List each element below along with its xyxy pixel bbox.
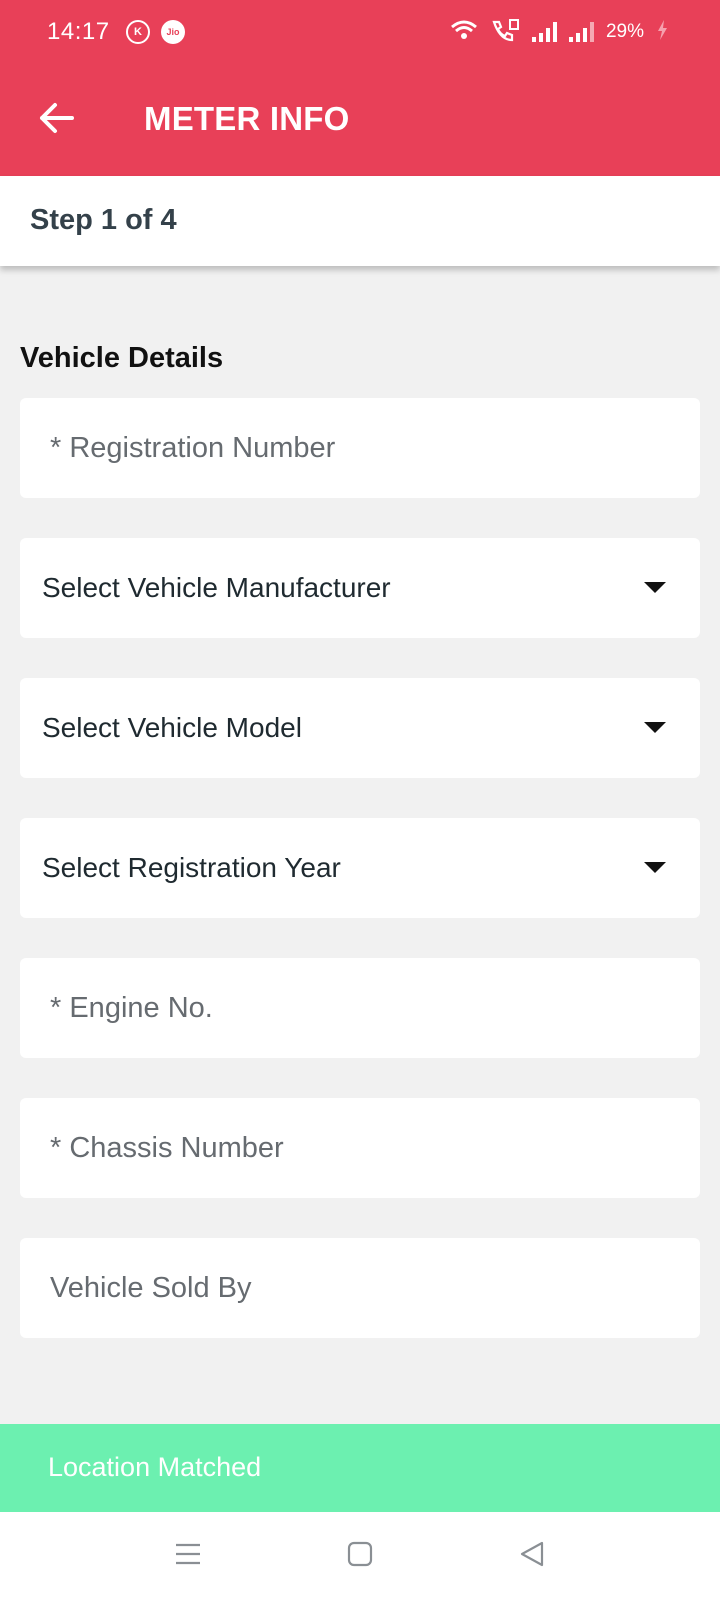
system-nav-bar xyxy=(0,1512,720,1600)
page-title: METER INFO xyxy=(144,100,350,137)
carrier-k-icon: K xyxy=(126,20,150,44)
vehicle-manufacturer-select[interactable]: Select Vehicle Manufacturer xyxy=(20,538,700,638)
status-bar: 14:17 K Jio 29% xyxy=(0,0,720,64)
charging-icon xyxy=(656,19,668,46)
back-triangle-icon xyxy=(519,1540,545,1573)
engine-number-input[interactable] xyxy=(20,958,700,1058)
wifi-icon xyxy=(450,19,478,46)
home-square-icon xyxy=(347,1541,373,1572)
carrier-jio-icon: Jio xyxy=(161,20,185,44)
app-top-bar: 14:17 K Jio 29% METER INFO xyxy=(0,0,720,176)
status-icons: 29% xyxy=(450,18,668,46)
status-time: 14:17 xyxy=(47,18,110,45)
app-header: METER INFO xyxy=(0,80,720,160)
section-title-vehicle-details: Vehicle Details xyxy=(20,342,224,374)
engine-number-field[interactable] xyxy=(20,958,700,1058)
registration-year-select[interactable]: Select Registration Year xyxy=(20,818,700,918)
recent-apps-button[interactable] xyxy=(168,1536,208,1576)
chassis-number-field[interactable] xyxy=(20,1098,700,1198)
back-nav-button[interactable] xyxy=(512,1536,552,1576)
step-indicator: Step 1 of 4 xyxy=(0,176,720,266)
dropdown-caret-icon xyxy=(644,582,666,593)
location-status-text: Location Matched xyxy=(48,1452,262,1482)
vehicle-manufacturer-label: Select Vehicle Manufacturer xyxy=(42,572,391,603)
registration-number-input[interactable] xyxy=(20,398,700,498)
registration-year-label: Select Registration Year xyxy=(42,852,341,883)
dropdown-caret-icon xyxy=(644,722,666,733)
vehicle-sold-by-field[interactable] xyxy=(20,1238,700,1338)
registration-number-field[interactable] xyxy=(20,398,700,498)
home-button[interactable] xyxy=(340,1536,380,1576)
step-label: Step 1 of 4 xyxy=(30,204,177,236)
menu-icon xyxy=(174,1542,202,1571)
volte-icon xyxy=(490,18,520,47)
vehicle-model-label: Select Vehicle Model xyxy=(42,712,302,743)
battery-percent: 29% xyxy=(605,21,644,42)
signal-icon xyxy=(568,22,594,42)
back-button[interactable] xyxy=(32,96,80,144)
chassis-number-input[interactable] xyxy=(20,1098,700,1198)
arrow-left-icon xyxy=(38,102,74,139)
location-status-banner: Location Matched xyxy=(0,1424,720,1512)
vehicle-model-select[interactable]: Select Vehicle Model xyxy=(20,678,700,778)
vehicle-sold-by-input[interactable] xyxy=(20,1238,700,1338)
signal-icon xyxy=(531,22,557,42)
dropdown-caret-icon xyxy=(644,862,666,873)
